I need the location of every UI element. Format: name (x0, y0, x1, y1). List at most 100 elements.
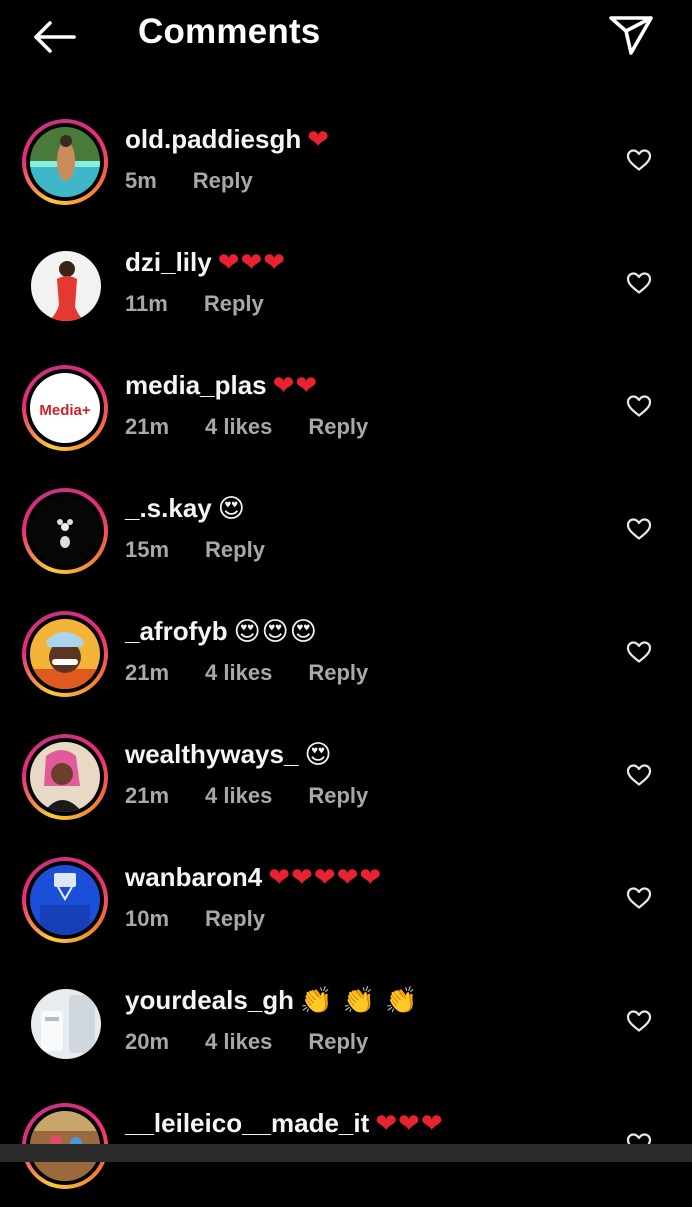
comment-time: 10m (125, 906, 170, 931)
username-link[interactable]: wealthyways_ (125, 739, 298, 769)
comment-time: 21m (125, 414, 170, 439)
heart-outline-icon (626, 764, 652, 786)
like-count[interactable]: 4 likes (205, 660, 272, 685)
username-link[interactable]: _.s.kay (125, 493, 212, 523)
comment-text: wanbaron4 ❤❤❤❤❤ (125, 862, 382, 893)
comment-row: Media+ media_plas ❤❤ 21m 4 likes Reply (0, 346, 692, 469)
comment-text: __leileico__made_it ❤❤❤ (125, 1108, 444, 1139)
avatar (31, 989, 101, 1059)
heart-outline-icon (626, 272, 652, 294)
comment-meta: 20m 4 likes Reply (125, 1029, 404, 1055)
comment-emoji: ❤❤❤ (375, 1109, 444, 1139)
avatar: Media+ (30, 373, 100, 443)
comment-meta: 5m Reply (125, 168, 289, 194)
like-button[interactable] (622, 636, 656, 668)
like-count[interactable]: 4 likes (205, 414, 272, 439)
like-button[interactable] (622, 267, 656, 299)
comment-meta: 21m 4 likes Reply (125, 414, 404, 440)
avatar-frame[interactable] (22, 242, 108, 328)
comment-row: _afrofyb 😍😍😍 21m 4 likes Reply (0, 592, 692, 715)
like-button[interactable] (622, 759, 656, 791)
comment-row: dzi_lily ❤❤❤ 11m Reply (0, 223, 692, 346)
comment-emoji: ❤❤❤❤❤ (268, 863, 383, 893)
heart-outline-icon (626, 641, 652, 663)
story-ring[interactable] (22, 488, 108, 574)
comment-row: _.s.kay 😍 15m Reply (0, 469, 692, 592)
comment-meta: 15m Reply (125, 537, 301, 563)
like-count[interactable]: 4 likes (205, 1029, 272, 1054)
heart-outline-icon (626, 395, 652, 417)
media-logo-text: Media+ (39, 402, 91, 419)
username-link[interactable]: _afrofyb (125, 616, 228, 646)
comment-text: _.s.kay 😍 (125, 493, 246, 524)
heart-outline-icon (626, 1010, 652, 1032)
comment-time: 15m (125, 537, 170, 562)
reply-button[interactable]: Reply (204, 291, 264, 316)
comment-emoji: ❤❤ (272, 371, 319, 401)
bottom-bar (0, 1144, 692, 1162)
story-ring[interactable] (22, 734, 108, 820)
reply-button[interactable]: Reply (205, 537, 265, 562)
story-ring[interactable]: Media+ (22, 365, 108, 451)
comment-text: wealthyways_ 😍 (125, 739, 333, 770)
reply-button[interactable]: Reply (308, 660, 368, 685)
header-bar: Comments (0, 0, 692, 76)
reply-button[interactable]: Reply (308, 783, 368, 808)
comment-time: 21m (125, 783, 170, 808)
comment-time: 20m (125, 1029, 170, 1054)
share-button[interactable] (604, 10, 658, 60)
avatar (30, 619, 100, 689)
username-link[interactable]: dzi_lily (125, 247, 212, 277)
username-link[interactable]: __leileico__made_it (125, 1108, 369, 1138)
comment-emoji: 😍😍😍 (233, 617, 318, 647)
comment-time: 11m (125, 291, 168, 316)
comment-time: 21m (125, 660, 170, 685)
story-ring[interactable] (22, 857, 108, 943)
arrow-left-icon (34, 21, 76, 53)
like-button[interactable] (622, 144, 656, 176)
reply-button[interactable]: Reply (205, 906, 265, 931)
avatar-frame[interactable] (22, 980, 108, 1066)
story-ring[interactable] (22, 611, 108, 697)
comment-row: wanbaron4 ❤❤❤❤❤ 10m Reply (0, 838, 692, 961)
heart-outline-icon (626, 887, 652, 909)
username-link[interactable]: yourdeals_gh (125, 985, 294, 1015)
reply-button[interactable]: Reply (308, 1029, 368, 1054)
comment-text: dzi_lily ❤❤❤ (125, 247, 286, 278)
like-button[interactable] (622, 1005, 656, 1037)
comment-meta: 11m Reply (125, 291, 300, 317)
paper-plane-icon (609, 16, 653, 55)
like-button[interactable] (622, 882, 656, 914)
comment-emoji: ❤❤❤ (217, 248, 287, 278)
comment-emoji: ❤ (307, 125, 331, 155)
heart-outline-icon (626, 518, 652, 540)
avatar (30, 865, 100, 935)
story-ring[interactable] (22, 119, 108, 205)
avatar (30, 742, 100, 812)
comment-emoji: 😍 (217, 494, 246, 524)
avatar (30, 496, 100, 566)
heart-outline-icon (626, 149, 652, 171)
comment-meta: 21m 4 likes Reply (125, 783, 404, 809)
comment-row: wealthyways_ 😍 21m 4 likes Reply (0, 715, 692, 838)
comment-text: old.paddiesgh ❤ (125, 124, 330, 155)
comment-row: old.paddiesgh ❤ 5m Reply (0, 100, 692, 223)
username-link[interactable]: wanbaron4 (125, 862, 262, 892)
comment-text: yourdeals_gh 👏 👏 👏 (125, 985, 419, 1016)
username-link[interactable]: old.paddiesgh (125, 124, 301, 154)
comment-emoji: 😍 (304, 740, 333, 770)
comment-row: yourdeals_gh 👏 👏 👏 20m 4 likes Reply (0, 961, 692, 1084)
comment-time: 5m (125, 168, 157, 193)
username-link[interactable]: media_plas (125, 370, 267, 400)
comment-list: old.paddiesgh ❤ 5m Reply dzi_lily ❤❤❤ 11… (0, 100, 692, 1207)
page-title: Comments (138, 12, 321, 51)
comment-meta: 10m Reply (125, 906, 301, 932)
like-button[interactable] (622, 390, 656, 422)
like-button[interactable] (622, 513, 656, 545)
avatar (30, 127, 100, 197)
reply-button[interactable]: Reply (308, 414, 368, 439)
avatar (31, 251, 101, 321)
back-button[interactable] (26, 14, 82, 60)
like-count[interactable]: 4 likes (205, 783, 272, 808)
reply-button[interactable]: Reply (193, 168, 253, 193)
